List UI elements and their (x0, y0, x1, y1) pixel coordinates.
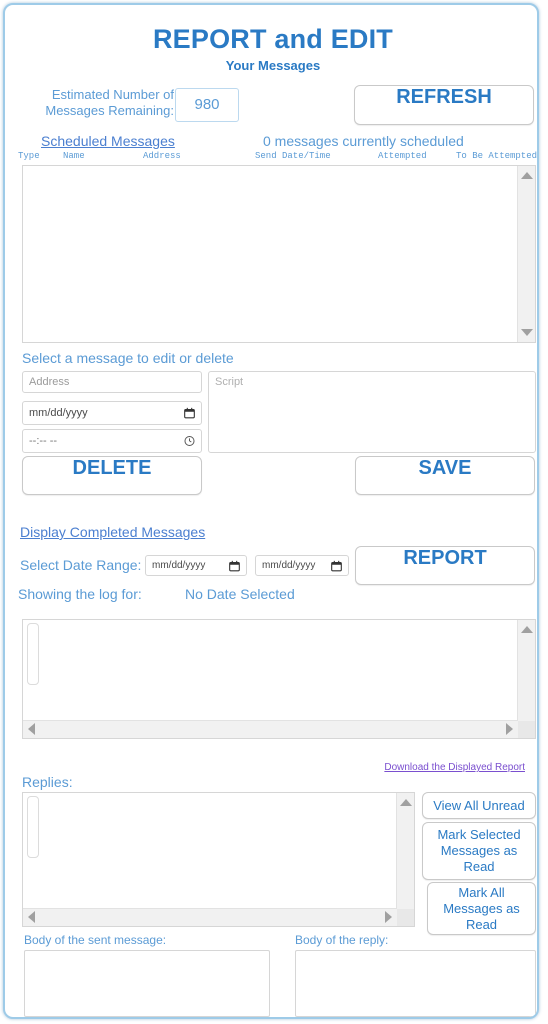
body-sent-textarea[interactable] (24, 950, 270, 1017)
column-header-address: Address (143, 151, 181, 161)
scroll-up-arrow-icon[interactable] (400, 799, 412, 806)
message-time-placeholder: --:-- -- (29, 435, 58, 447)
scheduled-messages-link[interactable]: Scheduled Messages (41, 133, 175, 149)
replies-vertical-scrollbar[interactable] (396, 793, 414, 926)
messages-remaining-label: Estimated Number of Messages Remaining: (19, 87, 174, 119)
script-textarea[interactable]: Script (208, 371, 536, 453)
page-subtitle: Your Messages (225, 58, 321, 73)
column-header-attempted: Attempted (378, 151, 427, 161)
scroll-right-arrow-icon[interactable] (385, 911, 392, 923)
scroll-up-arrow-icon[interactable] (521, 626, 533, 633)
scroll-down-arrow-icon[interactable] (521, 329, 533, 336)
date-range-to-input[interactable]: mm/dd/yyyy (255, 555, 349, 576)
mark-selected-as-read-button[interactable]: Mark Selected Messages as Read (422, 822, 536, 880)
scheduled-count-text: 0 messages currently scheduled (263, 133, 464, 149)
calendar-icon[interactable] (184, 407, 195, 419)
calendar-icon[interactable] (229, 560, 240, 571)
address-input[interactable]: Address (22, 371, 202, 393)
calendar-icon[interactable] (331, 560, 342, 571)
clock-icon[interactable] (184, 435, 195, 447)
delete-button[interactable]: DELETE (22, 456, 202, 495)
report-log-area[interactable] (22, 619, 536, 739)
scroll-right-arrow-icon[interactable] (506, 723, 513, 735)
app-window: REPORT and EDIT Your Messages Estimated … (3, 3, 539, 1019)
date-range-from-placeholder: mm/dd/yyyy (152, 560, 206, 571)
replies-inner-field[interactable] (27, 796, 39, 858)
showing-log-for-value: No Date Selected (185, 586, 295, 602)
replies-list[interactable] (22, 792, 415, 927)
edit-section-label: Select a message to edit or delete (22, 350, 234, 366)
column-header-name: Name (63, 151, 85, 161)
messages-remaining-label-line1: Estimated Number of (51, 87, 174, 102)
body-sent-label: Body of the sent message: (24, 933, 167, 947)
report-log-inner-field[interactable] (27, 623, 39, 685)
refresh-button[interactable]: REFRESH (354, 85, 534, 125)
message-time-input[interactable]: --:-- -- (22, 429, 202, 453)
scrollbar-corner (518, 721, 535, 738)
report-log-horizontal-scrollbar[interactable] (23, 720, 518, 738)
page-title: REPORT and EDIT (152, 24, 393, 54)
messages-remaining-value: 980 (175, 88, 239, 122)
scroll-up-arrow-icon[interactable] (521, 172, 533, 179)
report-button[interactable]: REPORT (355, 546, 535, 585)
scroll-left-arrow-icon[interactable] (28, 911, 35, 923)
message-date-placeholder: mm/dd/yyyy (29, 407, 88, 419)
body-reply-textarea[interactable] (295, 950, 536, 1017)
save-button[interactable]: SAVE (355, 456, 535, 495)
scheduled-column-headers: Type Name Address Send Date/Time Attempt… (15, 151, 538, 164)
display-completed-messages-link[interactable]: Display Completed Messages (20, 524, 205, 540)
column-header-to-be-attempted: To Be Attempted (456, 151, 538, 161)
view-all-unread-button[interactable]: View All Unread (422, 792, 536, 819)
messages-remaining-label-line2: Messages Remaining: (45, 103, 174, 118)
scheduled-list-vertical-scrollbar[interactable] (517, 166, 535, 342)
date-range-to-placeholder: mm/dd/yyyy (262, 560, 316, 571)
date-range-label: Select Date Range: (20, 557, 142, 573)
replies-label: Replies: (22, 774, 73, 790)
address-input-placeholder: Address (29, 376, 70, 388)
body-reply-label: Body of the reply: (295, 933, 389, 947)
replies-horizontal-scrollbar[interactable] (23, 908, 397, 926)
scroll-left-arrow-icon[interactable] (28, 723, 35, 735)
scrollbar-corner (397, 909, 414, 926)
mark-all-as-read-button[interactable]: Mark All Messages as Read (427, 882, 536, 935)
script-placeholder: Script (215, 376, 244, 388)
scheduled-messages-list[interactable] (22, 165, 536, 343)
date-range-from-input[interactable]: mm/dd/yyyy (145, 555, 247, 576)
message-date-input[interactable]: mm/dd/yyyy (22, 401, 202, 425)
showing-log-for-label: Showing the log for: (18, 586, 142, 602)
download-report-link[interactable]: Download the Displayed Report (384, 762, 525, 773)
column-header-send-date-time: Send Date/Time (255, 151, 331, 161)
column-header-type: Type (18, 151, 40, 161)
